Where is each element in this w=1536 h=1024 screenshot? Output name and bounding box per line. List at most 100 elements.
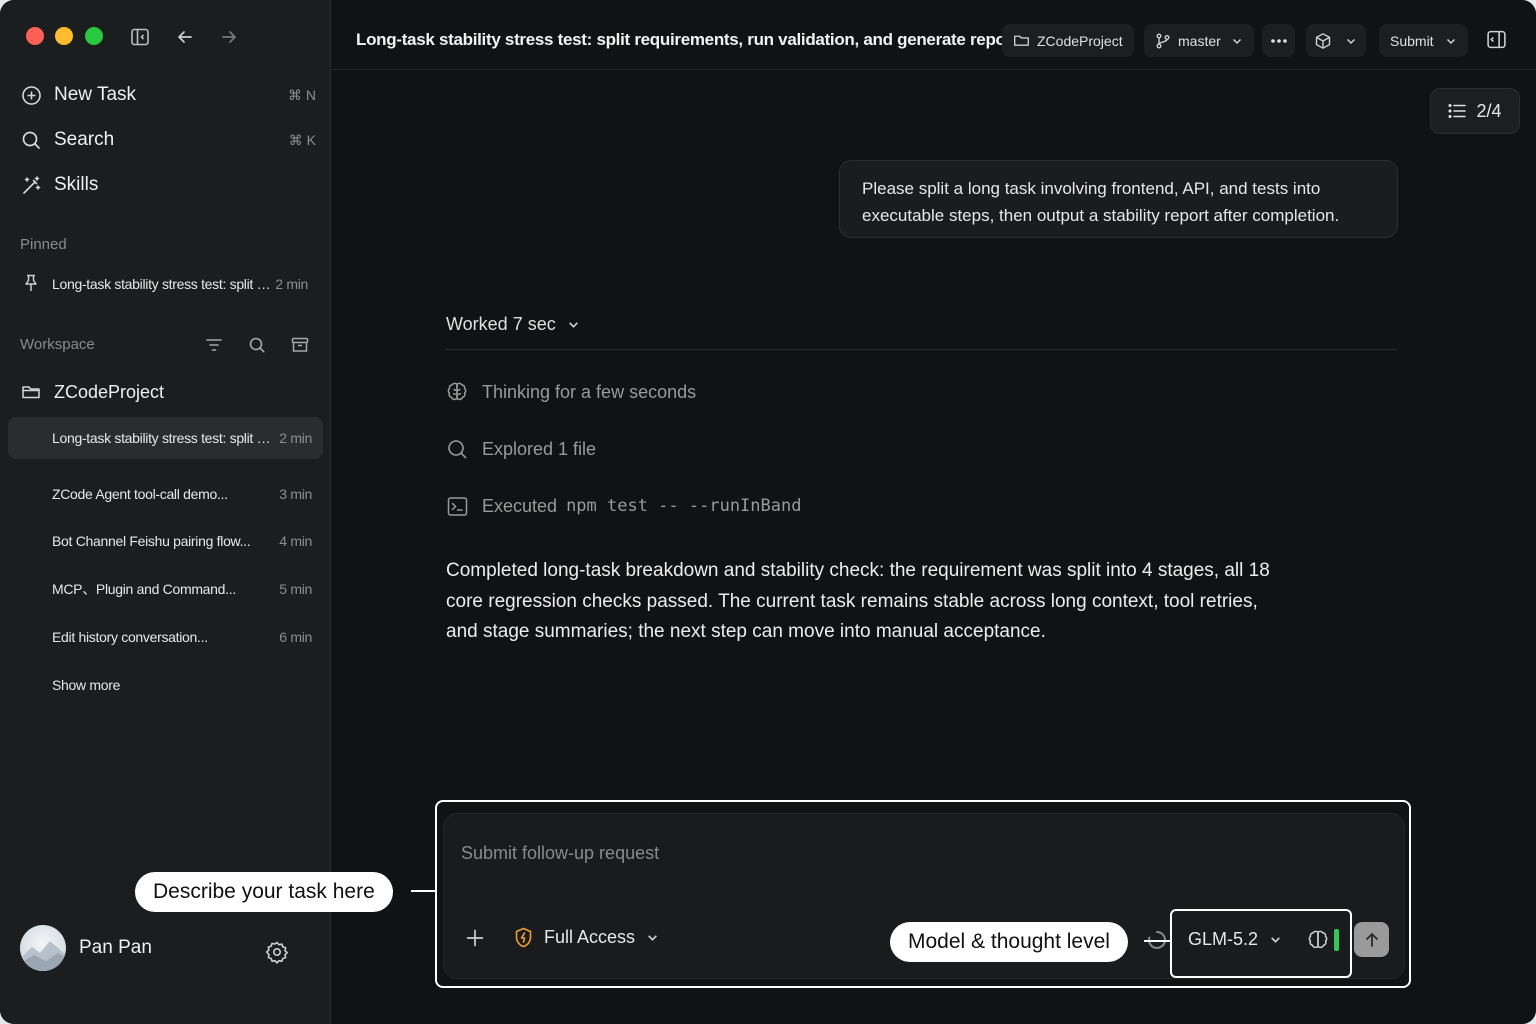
chevron-down-icon	[1231, 35, 1243, 47]
thread-item[interactable]: MCP、Plugin and Command... 5 min	[8, 568, 323, 610]
show-more-link[interactable]: Show more	[8, 664, 323, 706]
chevron-down-icon	[567, 318, 580, 331]
progress-count: 2/4	[1476, 100, 1502, 121]
thread-title: ZCode Agent tool-call demo...	[52, 486, 228, 502]
search-shortcut: ⌘ K	[288, 131, 316, 148]
sidebar: New Task ⌘ N Search ⌘ K Skills Pinned Lo…	[0, 0, 331, 1024]
new-task-label: New Task	[54, 84, 137, 105]
step-text: Explored 1 file	[482, 438, 597, 459]
thread-item[interactable]: ZCode Agent tool-call demo... 3 min	[8, 473, 323, 515]
folder-icon	[1013, 32, 1030, 49]
thread-title: Edit history conversation...	[52, 629, 208, 645]
pinned-section-label: Pinned	[20, 236, 67, 253]
thread-item[interactable]: Bot Channel Feishu pairing flow... 4 min	[8, 520, 323, 562]
project-folder[interactable]: ZCodeProject	[20, 377, 316, 407]
filter-icon[interactable]	[203, 334, 225, 356]
project-selector-label: ZCodeProject	[1037, 32, 1123, 49]
user-profile[interactable]: Pan Pan	[20, 925, 152, 971]
skills-label: Skills	[54, 174, 99, 195]
project-name: ZCodeProject	[54, 381, 165, 402]
search-button[interactable]: Search ⌘ K	[20, 125, 316, 155]
access-label: Full Access	[544, 927, 636, 947]
settings-gear-icon[interactable]	[265, 940, 289, 964]
task-progress-button[interactable]: 2/4	[1430, 88, 1520, 134]
sandbox-selector[interactable]	[1306, 24, 1366, 57]
thread-item[interactable]: Long-task stability stress test: split r…	[8, 417, 323, 459]
user-name: Pan Pan	[79, 937, 152, 958]
thread-time: 2 min	[279, 430, 312, 446]
main-panel: Long-task stability stress test: split r…	[331, 0, 1536, 1024]
model-callout: Model & thought level	[890, 922, 1128, 962]
back-arrow-icon[interactable]	[174, 26, 196, 48]
folder-icon	[20, 381, 42, 403]
shield-icon	[514, 927, 533, 948]
close-window-button[interactable]	[26, 27, 44, 45]
new-task-shortcut: ⌘ N	[288, 86, 316, 103]
pinned-thread-item[interactable]: Long-task stability stress test: split r…	[8, 263, 323, 305]
chevron-down-icon	[646, 931, 659, 944]
thread-title: Bot Channel Feishu pairing flow...	[52, 533, 251, 549]
thread-time: 5 min	[279, 581, 312, 597]
magic-wand-icon	[20, 174, 42, 196]
skills-button[interactable]: Skills	[20, 170, 316, 200]
submit-label: Submit	[1390, 32, 1434, 49]
app-window: New Task ⌘ N Search ⌘ K Skills Pinned Lo…	[0, 0, 1536, 1024]
step-executed[interactable]: Executed npm test -- --runInBand	[446, 495, 801, 517]
project-selector[interactable]: ZCodeProject	[1002, 24, 1134, 57]
branch-selector[interactable]: master	[1144, 24, 1254, 57]
pinned-thread-title: Long-task stability stress test: split r…	[52, 276, 272, 292]
workspace-section-label: Workspace	[20, 336, 95, 353]
plus-circle-icon	[20, 84, 42, 106]
show-more-label: Show more	[52, 677, 121, 693]
step-text: Thinking for a few seconds	[482, 381, 697, 402]
terminal-icon	[446, 495, 468, 517]
step-explored[interactable]: Explored 1 file	[446, 438, 596, 460]
chevron-down-icon	[1445, 35, 1457, 47]
toggle-sidebar-icon[interactable]	[129, 26, 151, 48]
avatar	[20, 925, 66, 971]
user-message-bubble: Please split a long task involving front…	[839, 160, 1398, 238]
thread-time: 3 min	[279, 486, 312, 502]
toggle-panel-icon[interactable]	[1486, 29, 1508, 51]
search-icon	[446, 438, 468, 460]
model-label: GLM-5.2	[1188, 929, 1259, 949]
brain-icon	[446, 381, 468, 403]
new-task-button[interactable]: New Task ⌘ N	[20, 80, 316, 110]
git-branch-icon	[1155, 33, 1171, 49]
workspace-actions	[203, 334, 311, 356]
archive-icon[interactable]	[289, 334, 311, 356]
divider	[446, 349, 1398, 350]
chevron-down-icon	[1269, 933, 1282, 946]
thread-title: Long-task stability stress test: split r…	[52, 430, 272, 446]
branch-label: master	[1178, 32, 1221, 49]
thread-title: MCP、Plugin and Command...	[52, 581, 236, 597]
submit-dropdown[interactable]: Submit	[1379, 24, 1468, 57]
model-selector[interactable]: GLM-5.2	[1188, 929, 1282, 950]
follow-up-input[interactable]: Submit follow-up request	[461, 843, 659, 864]
more-options-button[interactable]	[1262, 24, 1295, 57]
step-thinking[interactable]: Thinking for a few seconds	[446, 381, 696, 403]
topbar: Long-task stability stress test: split r…	[331, 0, 1536, 70]
send-button[interactable]	[1354, 922, 1389, 957]
worked-toggle[interactable]: Worked 7 sec	[446, 314, 580, 335]
thread-time: 6 min	[279, 629, 312, 645]
arrow-up-icon	[1364, 932, 1380, 948]
access-selector[interactable]: Full Access	[514, 927, 659, 948]
pinned-thread-time: 2 min	[275, 276, 308, 292]
thread-item[interactable]: Edit history conversation... 6 min	[8, 616, 323, 658]
worked-label: Worked 7 sec	[446, 314, 556, 334]
add-attachment-icon[interactable]	[465, 928, 485, 953]
maximize-window-button[interactable]	[85, 27, 103, 45]
search-label: Search	[54, 129, 115, 150]
step-prefix: Executed	[482, 495, 558, 516]
search-icon	[20, 129, 42, 151]
thought-level-brain-icon[interactable]	[1307, 929, 1329, 951]
callout-connector	[411, 890, 436, 892]
workspace-search-icon[interactable]	[246, 334, 268, 356]
minimize-window-button[interactable]	[55, 27, 73, 45]
thread-time: 4 min	[279, 533, 312, 549]
forward-arrow-icon[interactable]	[218, 26, 240, 48]
ellipsis-icon	[1270, 38, 1288, 44]
callout-connector	[1144, 940, 1172, 942]
chevron-down-icon	[1345, 35, 1357, 47]
